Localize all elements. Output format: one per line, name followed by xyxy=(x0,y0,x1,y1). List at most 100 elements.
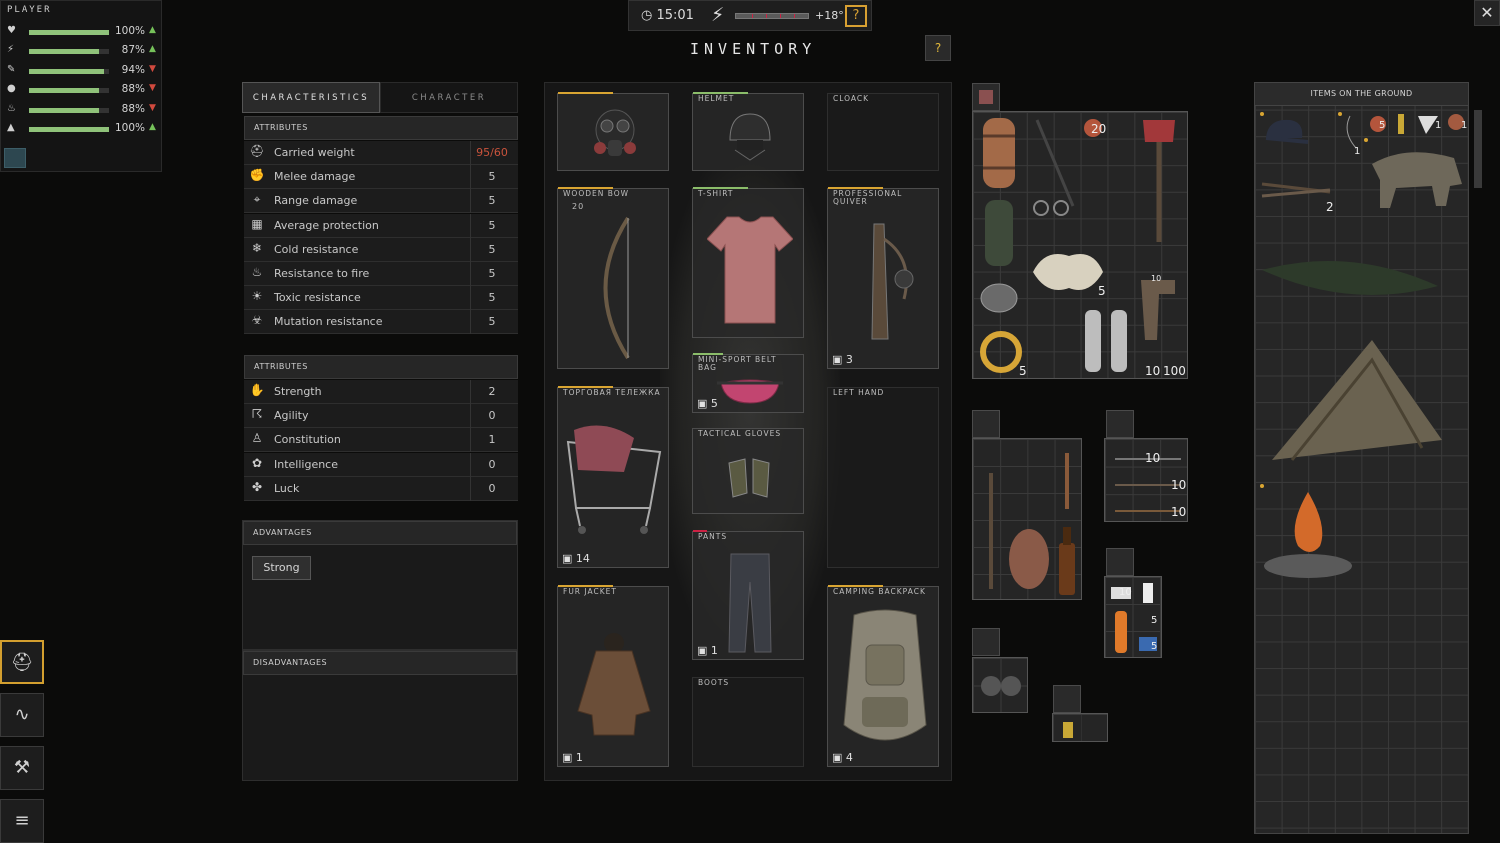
match-icon xyxy=(1398,114,1404,134)
toxic-icon: ☀ xyxy=(251,289,263,304)
stat-value: 87% xyxy=(121,44,145,57)
trend-up-icon: ▲ xyxy=(149,44,156,55)
helmet-label: HELMET xyxy=(698,94,735,103)
ground-scrollbar[interactable] xyxy=(1474,110,1482,188)
cart-grid[interactable] xyxy=(972,438,1082,600)
quiver-count-2: 10 xyxy=(1171,478,1187,492)
quiver-container-tab[interactable] xyxy=(1106,410,1134,438)
attribute-value: 5 xyxy=(488,218,496,232)
tab-character[interactable]: CHARACTER xyxy=(380,82,518,113)
attribute-label: Mutation resistance xyxy=(274,315,383,329)
radiation-icon: ▲ xyxy=(7,122,15,133)
mutation-icon: ☣ xyxy=(251,313,263,328)
craft-nav-button[interactable]: ⚒ xyxy=(0,746,44,790)
backpack-container-tab[interactable] xyxy=(972,83,1000,111)
pants-grid[interactable] xyxy=(1052,713,1108,742)
attribute-value: 5 xyxy=(488,267,496,280)
mask-slot[interactable] xyxy=(557,92,669,171)
quiver-label: PROFESSIONAL QUIVER xyxy=(833,189,903,206)
menu-nav-button[interactable]: ≡ xyxy=(0,799,44,843)
attribute-row: ✋ Strength 2 xyxy=(244,380,518,404)
backpack-slot[interactable]: CAMPING BACKPACK ▣ 4 xyxy=(827,585,939,767)
tab-characteristics[interactable]: CHARACTERISTICS xyxy=(242,82,380,113)
backpack-count-5: 10 xyxy=(1145,364,1161,378)
beltbag-slot[interactable]: MINI-SPORT BELT BAG ▣ 5 xyxy=(692,353,804,413)
help-button[interactable]: ? xyxy=(925,35,951,61)
pants-slot[interactable]: PANTS ▣ 1 xyxy=(692,530,804,660)
arm-icon: ✋ xyxy=(249,383,265,397)
fur-pelt-icon xyxy=(1033,254,1103,290)
status-effect-icon[interactable] xyxy=(4,148,26,168)
t-shirt-icon xyxy=(707,216,793,324)
map-button[interactable]: ? xyxy=(845,5,867,27)
advantage-tag[interactable]: Strong xyxy=(252,556,311,580)
furjacket-count: ▣ 1 xyxy=(562,751,583,764)
brain-icon: ✿ xyxy=(251,455,263,470)
tent-bag-icon xyxy=(985,200,1013,266)
stat-bar xyxy=(29,49,109,55)
beltbag-label: MINI-SPORT BELT BAG xyxy=(698,355,777,372)
attribute-label: Intelligence xyxy=(274,457,339,471)
attribute-value: 0 xyxy=(488,481,496,495)
temperature-icon: ♨ xyxy=(7,102,16,114)
player-stat-row: ▲ 100% ▲ xyxy=(7,122,157,136)
trend-up-icon: ▲ xyxy=(149,122,156,132)
attribute-value: 1 xyxy=(488,433,496,447)
attribute-row: ✊ Melee damage 5 xyxy=(244,165,518,190)
helmet-slot[interactable]: HELMET xyxy=(692,92,804,171)
tshirt-slot[interactable]: T-SHIRT xyxy=(692,187,804,338)
health-nav-button[interactable]: ∿ xyxy=(0,693,44,737)
trend-down-icon: ▼ xyxy=(149,83,156,94)
bow-slot[interactable]: WOODEN BOW 20 xyxy=(557,187,669,369)
box-icon: ▣ xyxy=(697,397,711,410)
energy-icon: ⚡ xyxy=(7,44,15,56)
pants-container-tab[interactable] xyxy=(1053,685,1081,713)
weather-gauge xyxy=(735,13,809,19)
shelter-icon xyxy=(1272,340,1442,461)
attribute-label: Average protection xyxy=(274,218,379,232)
pot-icon xyxy=(980,283,1018,313)
quiver-slot[interactable]: PROFESSIONAL QUIVER ▣ 3 xyxy=(827,187,939,369)
inventory-nav-button[interactable]: ⛑ xyxy=(0,640,44,684)
attribute-value: 5 xyxy=(488,315,496,329)
stat-value: 88% xyxy=(121,83,145,96)
close-button[interactable]: ✕ xyxy=(1474,0,1500,26)
box-icon: ▣ xyxy=(562,552,576,565)
attributes-header: ATTRIBUTES xyxy=(244,116,518,140)
pistol-icon xyxy=(1141,280,1175,340)
sleeping-bag-icon xyxy=(983,118,1015,188)
gloves-slot[interactable]: TACTICAL GLOVES xyxy=(692,428,804,514)
jacket-grid[interactable] xyxy=(972,657,1028,713)
ground-header: ITEMS ON THE GROUND xyxy=(1254,82,1469,106)
backpack-grid[interactable]: 20 5 5 10 10 100 xyxy=(972,111,1188,379)
furjacket-slot[interactable]: FUR JACKET ▣ 1 xyxy=(557,585,669,767)
jacket-container-tab[interactable] xyxy=(972,628,1000,656)
attribute-row: ☣ Mutation resistance 5 xyxy=(244,310,518,335)
cart-container-tab[interactable] xyxy=(972,410,1000,438)
cart-slot[interactable]: ТОРГОВАЯ ТЕЛЕЖКА ▣ 14 xyxy=(557,386,669,568)
boots-slot[interactable]: BOOTS xyxy=(692,677,804,767)
quiver-count: ▣ 3 xyxy=(832,353,853,366)
quiver-count-3: 10 xyxy=(1171,505,1187,519)
lefthand-slot[interactable]: LEFT HAND xyxy=(827,387,939,568)
gas-mask-icon xyxy=(594,109,636,156)
menu-icon: ≡ xyxy=(14,810,30,831)
glasses-icon xyxy=(1033,200,1069,216)
beltbag-grid[interactable]: 10 5 5 xyxy=(1104,576,1162,658)
weight-icon: ⛑ xyxy=(249,144,265,158)
tactical-gloves-icon xyxy=(728,458,770,498)
attribute-row: ✤ Luck 0 xyxy=(244,476,518,501)
attribute-label: Range damage xyxy=(274,194,358,208)
stat-value: 100% xyxy=(114,122,145,134)
attribute-label: Toxic resistance xyxy=(274,291,361,305)
beltbag-container-tab[interactable] xyxy=(1106,548,1134,576)
quiver-grid[interactable]: 10 10 10 xyxy=(1104,438,1188,522)
attribute-value: 0 xyxy=(488,409,496,423)
snowflake-icon: ❄ xyxy=(251,240,263,255)
fist-icon: ✊ xyxy=(249,168,265,183)
attribute-row: ♙ Constitution 1 xyxy=(244,428,518,453)
box-icon: ▣ xyxy=(562,751,576,764)
belt-bag-icon xyxy=(717,379,783,404)
cloack-slot[interactable]: CLOACK xyxy=(827,93,939,171)
attribute-label: Strength xyxy=(274,385,322,398)
